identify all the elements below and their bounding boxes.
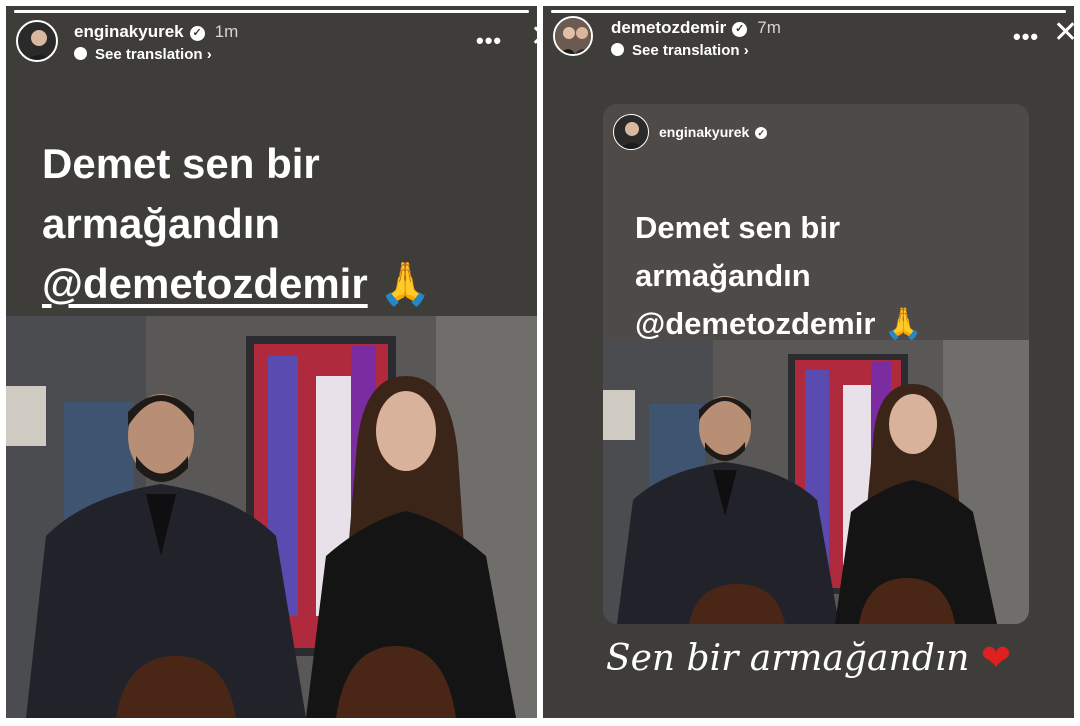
globe-icon — [611, 43, 624, 56]
verified-badge-icon: ✓ — [732, 22, 748, 37]
more-options-icon[interactable]: ••• — [1013, 24, 1039, 50]
folded-hands-emoji: 🙏 — [884, 306, 923, 341]
heart-emoji: ❤ — [980, 638, 1012, 679]
story-panel-left[interactable]: enginakyurek✓1m See translation › ••• ✕ … — [6, 6, 537, 718]
username[interactable]: demetozdemir ✓ 7m — [611, 18, 781, 38]
story-header: enginakyurek✓1m See translation › ••• ✕ — [16, 20, 537, 68]
mention-link[interactable]: @demetozdemir — [42, 260, 368, 307]
close-icon[interactable]: ✕ — [530, 22, 537, 52]
story-header: demetozdemir ✓ 7m See translation › ••• ✕ — [553, 16, 1074, 64]
timestamp: 7m — [757, 18, 781, 37]
verified-badge-icon: ✓ — [189, 26, 205, 41]
story-message: Demet sen bir armağandın @demetozdemir 🙏 — [42, 134, 432, 314]
verified-badge-icon: ✓ — [755, 127, 768, 139]
more-options-icon[interactable]: ••• — [476, 28, 502, 54]
username[interactable]: enginakyurek ✓ 1m — [74, 22, 238, 42]
mention-link[interactable]: @demetozdemir — [635, 306, 875, 341]
story-photo — [6, 316, 537, 718]
story-panel-right[interactable]: demetozdemir ✓ 7m See translation › ••• ✕ … — [543, 6, 1074, 718]
avatar[interactable] — [553, 16, 593, 56]
story-progress-bar — [551, 10, 1066, 13]
message-line-2: armağandın — [635, 258, 811, 293]
folded-hands-emoji: 🙏 — [379, 260, 432, 307]
timestamp: 1m — [214, 22, 239, 41]
message-line-2: armağandın — [42, 200, 281, 247]
message-line-1: Demet sen bir — [635, 210, 841, 245]
globe-icon — [74, 47, 87, 60]
see-translation-link[interactable]: See translation › — [74, 46, 212, 63]
story-message: Demet sen bir armağandın @demetozdemir 🙏 — [635, 204, 923, 348]
reposted-story-card[interactable]: enginakyurek ✓ Demet sen bir armağandın @… — [603, 104, 1029, 624]
story-photo — [603, 340, 1029, 624]
story-caption: Sen bir armağandın ❤ — [605, 638, 1012, 679]
message-line-1: Demet sen bir — [42, 140, 320, 187]
avatar[interactable] — [16, 20, 58, 62]
story-progress-bar — [14, 10, 529, 13]
reposted-username[interactable]: enginakyurek ✓ — [659, 124, 768, 140]
reposted-avatar[interactable] — [613, 114, 649, 150]
close-icon[interactable]: ✕ — [1053, 18, 1074, 48]
see-translation-link[interactable]: See translation › — [611, 42, 749, 59]
